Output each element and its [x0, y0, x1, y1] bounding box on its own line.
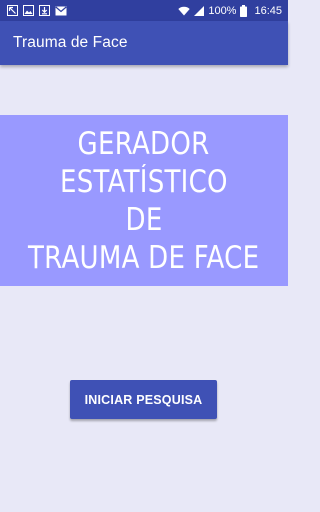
email-icon — [55, 6, 67, 16]
banner-line-4: TRAUMA DE FACE — [28, 239, 260, 276]
battery-percent: 100% — [208, 4, 237, 17]
battery-icon — [240, 4, 248, 17]
clock: 16:45 — [254, 4, 282, 17]
title-banner: GERADOR ESTATÍSTICO DE TRAUMA DE FACE — [0, 115, 288, 286]
wifi-icon — [178, 6, 191, 16]
signal-icon — [194, 5, 205, 16]
download-icon — [39, 5, 50, 16]
image-icon — [23, 5, 34, 16]
banner-line-1: GERADOR — [78, 125, 210, 162]
notification-icons — [7, 5, 67, 16]
start-survey-button[interactable]: INICIAR PESQUISA — [70, 380, 217, 419]
missed-call-icon — [7, 5, 18, 16]
app-title: Trauma de Face — [13, 34, 128, 51]
banner-line-3: DE — [125, 201, 163, 238]
banner-line-2: ESTATÍSTICO — [60, 163, 228, 200]
status-bar: 100% 16:45 — [0, 0, 288, 21]
app-bar: Trauma de Face — [0, 21, 288, 65]
